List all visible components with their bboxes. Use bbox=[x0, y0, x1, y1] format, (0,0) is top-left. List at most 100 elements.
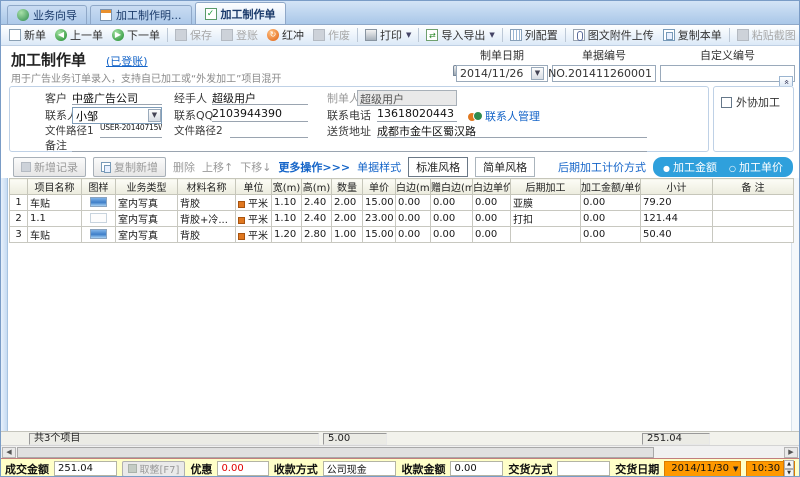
cell-white-price[interactable]: 0.00 bbox=[473, 227, 511, 243]
cell-subtotal[interactable]: 50.40 bbox=[641, 227, 713, 243]
tab-processing-detail[interactable]: 加工制作明... bbox=[90, 5, 192, 24]
copy-order-button[interactable]: 复制本单 bbox=[659, 26, 726, 44]
cell-height[interactable]: 2.80 bbox=[302, 227, 332, 243]
col-header[interactable]: 高(m) bbox=[302, 179, 332, 195]
cell-width[interactable]: 1.10 bbox=[272, 195, 302, 211]
cell-remark[interactable] bbox=[713, 227, 794, 243]
cell-biz-type[interactable]: 室内写真 bbox=[116, 211, 178, 227]
col-header[interactable]: 加工金额/单价 bbox=[581, 179, 641, 195]
more-actions-link[interactable]: 更多操作>>> bbox=[278, 159, 350, 175]
move-down-button[interactable]: 下移↓ bbox=[240, 159, 271, 175]
order-no-field[interactable]: NO.201411260001 bbox=[552, 65, 656, 82]
scroll-right-icon[interactable]: ▶ bbox=[784, 447, 798, 458]
col-header[interactable]: 白边单价 bbox=[473, 179, 511, 195]
cell-free-white-edge[interactable]: 0.00 bbox=[431, 227, 473, 243]
standard-style-button[interactable]: 标准风格 bbox=[408, 157, 468, 177]
table-row[interactable]: 1 车贴 室内写真 背胶 平米 1.10 2.40 2.00 15.00 0.0… bbox=[10, 195, 794, 211]
cell-qty[interactable]: 2.00 bbox=[332, 195, 363, 211]
horizontal-scrollbar[interactable]: ◀ ▶ bbox=[1, 445, 799, 458]
col-header[interactable]: 赠白边(m) bbox=[431, 179, 473, 195]
paste-screenshot-button[interactable]: 粘贴截图 bbox=[733, 26, 800, 44]
cell-qty[interactable]: 1.00 bbox=[332, 227, 363, 243]
spin-up-icon[interactable]: ▲ bbox=[784, 460, 794, 469]
col-header[interactable]: 备 注 bbox=[713, 179, 794, 195]
pricing-unit-radio[interactable]: ○加工单价 bbox=[729, 159, 783, 175]
file-path1-field[interactable]: USER-20140715WT:C:\Users bbox=[100, 123, 162, 138]
cell-post-process[interactable] bbox=[511, 227, 581, 243]
customer-field[interactable]: 中盛广告公司 bbox=[72, 90, 162, 105]
delivery-date-combo[interactable]: 2014/11/30▼ bbox=[664, 461, 741, 477]
cell-material[interactable]: 背胶 bbox=[178, 195, 236, 211]
add-record-button[interactable]: 新增记录 bbox=[13, 157, 86, 177]
cell-price[interactable]: 15.00 bbox=[363, 227, 396, 243]
outsource-checkbox[interactable]: 外协加工 bbox=[721, 94, 780, 110]
col-header[interactable]: 材料名称 bbox=[178, 179, 236, 195]
cell-material[interactable]: 背胶 bbox=[178, 227, 236, 243]
cell-white-edge[interactable]: 0.00 bbox=[396, 211, 431, 227]
cell-post-amount[interactable]: 0.00 bbox=[581, 195, 641, 211]
cell-height[interactable]: 2.40 bbox=[302, 211, 332, 227]
cell-thumbnail[interactable] bbox=[82, 195, 116, 211]
col-header[interactable]: 后期加工 bbox=[511, 179, 581, 195]
col-header[interactable]: 业务类型 bbox=[116, 179, 178, 195]
cell-remark[interactable] bbox=[713, 211, 794, 227]
col-header[interactable]: 白边(m) bbox=[396, 179, 431, 195]
simple-style-button[interactable]: 简单风格 bbox=[475, 157, 535, 177]
deal-amount-field[interactable]: 251.04 bbox=[54, 461, 117, 476]
delivery-method-field[interactable] bbox=[557, 461, 610, 476]
table-row[interactable]: 2 1.1 室内写真 背胶+冷... 平米 1.10 2.40 2.00 23.… bbox=[10, 211, 794, 227]
handler-field[interactable]: 超级用户 bbox=[212, 90, 308, 105]
pay-amount-field[interactable]: 0.00 bbox=[450, 461, 503, 476]
dropdown-icon[interactable]: ▼ bbox=[531, 67, 544, 80]
cell-biz-type[interactable]: 室内写真 bbox=[116, 227, 178, 243]
cell-subtotal[interactable]: 79.20 bbox=[641, 195, 713, 211]
delivery-time-spinner[interactable]: 10:30▲▼ bbox=[746, 461, 795, 477]
cell-white-edge[interactable]: 0.00 bbox=[396, 195, 431, 211]
remark-field[interactable] bbox=[72, 137, 647, 152]
prev-order-button[interactable]: ◀上一单 bbox=[51, 26, 107, 44]
pay-method-field[interactable]: 公司现金 bbox=[323, 461, 397, 476]
address-field[interactable]: 成都市金牛区蜀汉路 bbox=[377, 123, 647, 138]
col-header[interactable]: 数量 bbox=[332, 179, 363, 195]
void-button[interactable]: 作废 bbox=[309, 26, 354, 44]
move-up-button[interactable]: 上移↑ bbox=[202, 159, 233, 175]
posted-status-link[interactable]: (已登账) bbox=[106, 53, 148, 69]
col-header[interactable]: 单价 bbox=[363, 179, 396, 195]
table-row[interactable]: 3 车贴 室内写真 背胶 平米 1.20 2.80 1.00 15.00 0.0… bbox=[10, 227, 794, 243]
pricing-amount-radio[interactable]: ●加工金额 bbox=[663, 159, 717, 175]
col-header[interactable]: 图样 bbox=[82, 179, 116, 195]
red-flush-button[interactable]: ↻红冲 bbox=[263, 26, 308, 44]
attach-upload-button[interactable]: 图文附件上传 bbox=[569, 26, 658, 44]
phone-field[interactable]: 13618020443 bbox=[377, 107, 457, 122]
cell-free-white-edge[interactable]: 0.00 bbox=[431, 211, 473, 227]
cell-unit[interactable]: 平米 bbox=[236, 195, 272, 211]
file-path2-field[interactable] bbox=[230, 123, 308, 138]
save-button[interactable]: 保存 bbox=[171, 26, 216, 44]
cell-width[interactable]: 1.20 bbox=[272, 227, 302, 243]
cell-price[interactable]: 15.00 bbox=[363, 195, 396, 211]
cell-price[interactable]: 23.00 bbox=[363, 211, 396, 227]
cell-remark[interactable] bbox=[713, 195, 794, 211]
cell-unit[interactable]: 平米 bbox=[236, 227, 272, 243]
round-button[interactable]: 取整[F7] bbox=[122, 461, 186, 477]
cell-biz-type[interactable]: 室内写真 bbox=[116, 195, 178, 211]
cell-item-name[interactable]: 1.1 bbox=[28, 211, 82, 227]
cell-white-price[interactable]: 0.00 bbox=[473, 211, 511, 227]
cell-free-white-edge[interactable]: 0.00 bbox=[431, 195, 473, 211]
custom-no-field[interactable] bbox=[660, 65, 795, 82]
cell-thumbnail[interactable] bbox=[82, 227, 116, 243]
dropdown-icon[interactable]: ▼ bbox=[148, 109, 161, 122]
column-config-button[interactable]: 列配置 bbox=[506, 26, 562, 44]
register-button[interactable]: 登账 bbox=[217, 26, 262, 44]
cell-post-amount[interactable]: 0.00 bbox=[581, 227, 641, 243]
cell-width[interactable]: 1.10 bbox=[272, 211, 302, 227]
cell-post-process[interactable]: 打扣 bbox=[511, 211, 581, 227]
make-date-combo[interactable]: 2014/11/26▼ bbox=[456, 65, 548, 82]
spin-down-icon[interactable]: ▼ bbox=[784, 469, 794, 477]
col-header[interactable]: 单位 bbox=[236, 179, 272, 195]
col-header[interactable]: 宽(m) bbox=[272, 179, 302, 195]
tab-processing-order[interactable]: ✓ 加工制作单 bbox=[195, 2, 286, 24]
cell-post-amount[interactable]: 0.00 bbox=[581, 211, 641, 227]
qq-field[interactable]: 2103944390 bbox=[212, 107, 308, 122]
cell-white-edge[interactable]: 0.00 bbox=[396, 227, 431, 243]
